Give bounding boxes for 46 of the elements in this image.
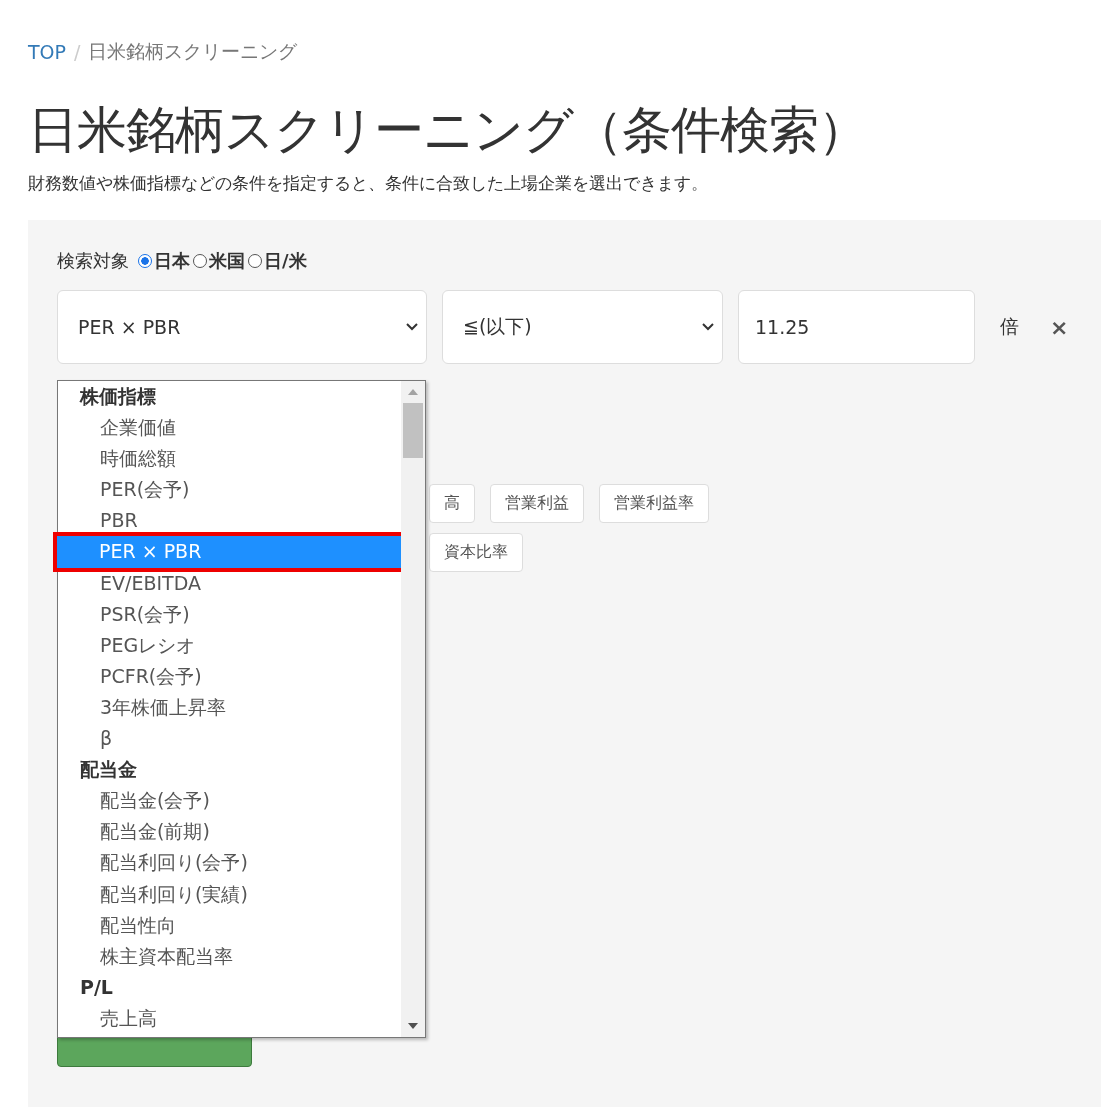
dropdown-option[interactable]: 企業価値 [58,412,401,444]
dropdown-option[interactable]: 時価総額 [58,443,401,475]
dropdown-option[interactable]: 3年株価上昇率 [58,691,401,724]
remove-button[interactable]: × [1046,314,1073,340]
metric-chip[interactable]: 営業利益率 [599,484,709,523]
dropdown-option[interactable]: 配当利回り(会予) [58,847,401,879]
value-input[interactable]: 11.25 [738,290,975,364]
radio-label[interactable]: 日/米 [264,249,307,273]
dropdown-option[interactable]: EV/EBITDA [58,567,401,599]
radio-button[interactable] [193,254,207,268]
metric-select[interactable]: PER × PBR [57,290,427,364]
metric-chip[interactable]: 資本比率 [429,533,523,572]
dropdown-option[interactable]: 株主資本配当率 [58,940,401,972]
dropdown-option[interactable]: 配当金(前期) [58,816,401,848]
dropdown-option[interactable]: PEGレシオ [58,629,401,661]
scrollbar[interactable] [401,381,425,1037]
scrollbar-thumb[interactable] [403,403,423,458]
dropdown-option[interactable]: 売上高 [58,1002,401,1034]
dropdown-option[interactable]: 配当利回り(実績) [58,878,401,910]
unit-label: 倍 [1000,314,1019,339]
metric-chip[interactable]: 営業利益 [490,484,584,523]
chevron-down-icon [406,323,418,331]
radio-button[interactable] [138,254,152,268]
radio-label[interactable]: 日本 [154,249,190,273]
page-title: 日米銘柄スクリーニング（条件検索） [28,100,868,160]
option-group-label: 配当金 [79,757,138,783]
radio-button[interactable] [248,254,262,268]
option-group-label: P/L [79,974,114,1000]
dropdown-option[interactable]: PCFR(会予) [58,660,401,692]
dropdown-option[interactable]: β [58,723,401,755]
breadcrumb-separator: / [74,41,81,63]
dropdown-option[interactable]: 配当性向 [58,909,401,941]
dropdown-option[interactable]: 配当金(会予) [58,785,401,817]
breadcrumb-link[interactable]: TOP [28,41,67,63]
search-target-label: 検索対象 [57,249,129,273]
breadcrumb-current: 日米銘柄スクリーニング [88,39,298,64]
dropdown-option[interactable]: PSR(会予) [58,598,401,630]
dropdown-option[interactable]: PBR [58,505,401,537]
operator-select[interactable]: ≦(以下) [442,290,723,364]
radio-label[interactable]: 米国 [209,249,245,273]
scroll-down-icon[interactable] [408,1023,418,1029]
page-description: 財務数値や株価指標などの条件を指定すると、条件に合致した上場企業を選出できます。 [28,172,709,194]
chevron-down-icon [702,323,714,331]
dropdown-option[interactable]: PER(会予) [58,474,401,506]
option-group-label: 株価指標 [78,384,157,409]
metric-chip[interactable]: 高 [429,484,475,523]
